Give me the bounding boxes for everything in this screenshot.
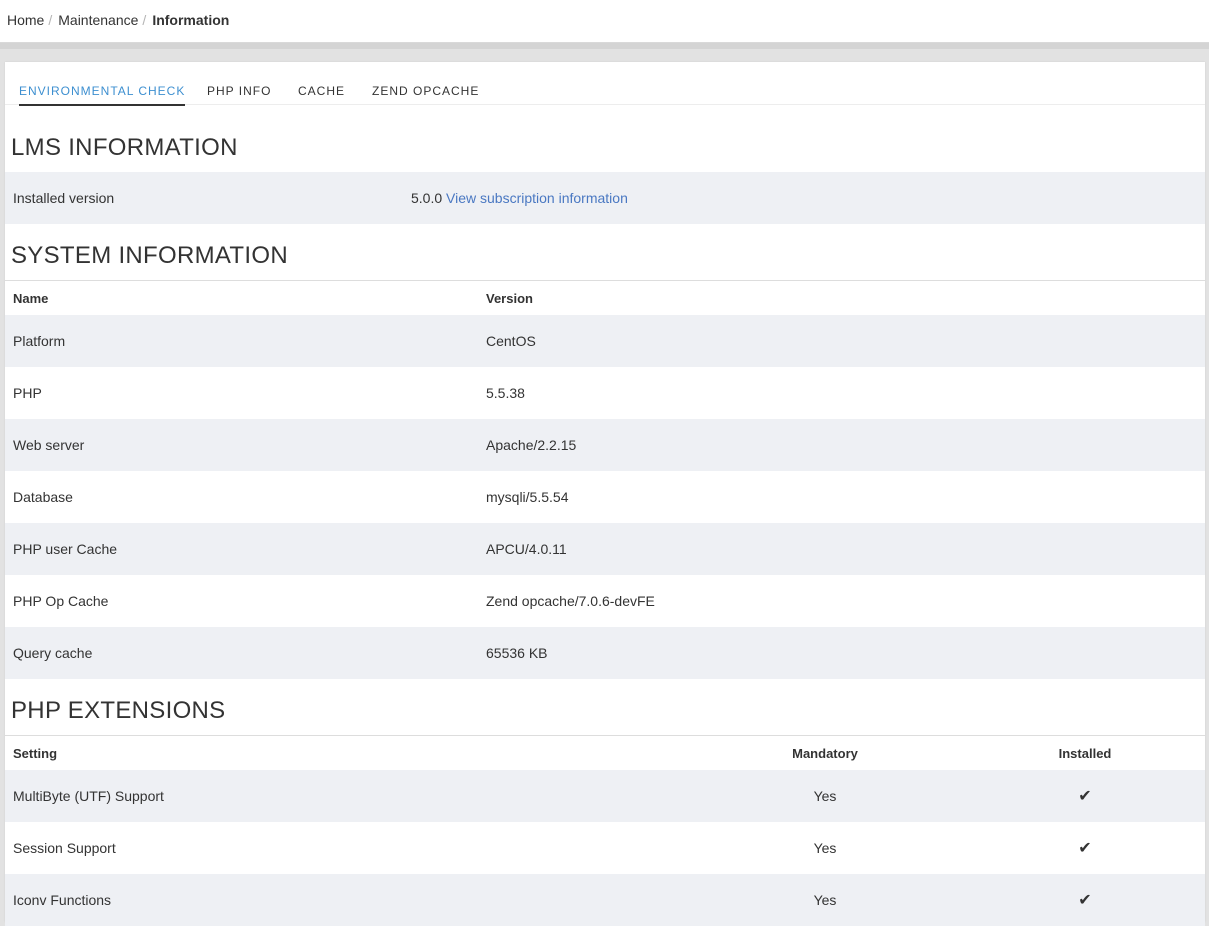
installed-version-value: 5.0.0 xyxy=(411,190,443,206)
extension-setting-cell: Session Support xyxy=(13,840,116,856)
system-version-cell: Apache/2.2.15 xyxy=(486,437,577,453)
system-version-cell: 5.5.38 xyxy=(486,385,525,401)
system-name-cell: PHP Op Cache xyxy=(13,593,109,609)
system-version-cell: 65536 KB xyxy=(486,645,548,661)
extension-mandatory-cell: Yes xyxy=(813,788,837,804)
extension-setting-cell: Iconv Functions xyxy=(13,892,112,908)
table-row: Database mysqli/5.5.54 xyxy=(5,471,1205,523)
main-panel: ENVIRONMENTAL CHECK PHP INFO CACHE ZEND … xyxy=(5,62,1205,926)
table-row: Session Support Yes ✔ xyxy=(5,822,1205,874)
column-header-mandatory: Mandatory xyxy=(792,745,858,761)
table-row: PHP Op Cache Zend opcache/7.0.6-devFE xyxy=(5,575,1205,627)
system-table-header: Name Version xyxy=(5,280,1205,315)
table-row: Platform CentOS xyxy=(5,315,1205,367)
tab-environmental-check[interactable]: ENVIRONMENTAL CHECK xyxy=(19,84,186,106)
table-row: Iconv Functions Yes ✔ xyxy=(5,874,1205,926)
header-divider xyxy=(0,43,1209,49)
system-information-heading: SYSTEM INFORMATION xyxy=(11,242,288,269)
installed-version-label: Installed version xyxy=(13,190,115,206)
system-version-cell: mysqli/5.5.54 xyxy=(486,489,569,505)
table-row: Query cache 65536 KB xyxy=(5,627,1205,679)
breadcrumb-bar: Home / Maintenance / Information xyxy=(0,0,1209,43)
system-name-cell: Database xyxy=(13,489,73,505)
extension-installed-cell: ✔ xyxy=(985,874,1185,926)
tab-php-info[interactable]: PHP INFO xyxy=(207,84,271,104)
breadcrumb-separator: / xyxy=(48,12,53,28)
column-header-setting: Setting xyxy=(13,745,58,761)
tab-bar: ENVIRONMENTAL CHECK PHP INFO CACHE ZEND … xyxy=(5,62,1205,106)
check-icon: ✔ xyxy=(1078,840,1092,857)
installed-version-value-cell: 5.0.0 View subscription information xyxy=(411,172,628,224)
lms-information-heading: LMS INFORMATION xyxy=(11,134,238,161)
system-name-cell: Web server xyxy=(13,437,85,453)
php-extensions-heading: PHP EXTENSIONS xyxy=(11,697,226,724)
system-name-cell: Platform xyxy=(13,333,66,349)
extensions-table-header: Setting Mandatory Installed xyxy=(5,735,1205,770)
breadcrumb-home[interactable]: Home xyxy=(7,12,44,28)
column-header-installed: Installed xyxy=(1058,745,1112,761)
breadcrumb-separator: / xyxy=(142,12,147,28)
extension-installed-cell: ✔ xyxy=(985,822,1185,874)
system-version-cell: Zend opcache/7.0.6-devFE xyxy=(486,593,655,609)
view-subscription-link[interactable]: View subscription information xyxy=(446,190,628,206)
extension-setting-cell: MultiByte (UTF) Support xyxy=(13,788,164,804)
breadcrumb: Home / Maintenance / Information xyxy=(7,12,229,28)
breadcrumb-current: Information xyxy=(152,12,230,28)
table-row: PHP user Cache APCU/4.0.11 xyxy=(5,523,1205,575)
tab-zend-opcache[interactable]: ZEND OPCACHE xyxy=(372,84,479,104)
system-name-cell: PHP user Cache xyxy=(13,541,118,557)
system-version-cell: APCU/4.0.11 xyxy=(486,541,567,557)
table-row: Web server Apache/2.2.15 xyxy=(5,419,1205,471)
extension-mandatory-cell: Yes xyxy=(813,892,837,908)
check-icon: ✔ xyxy=(1078,892,1092,909)
system-name-cell: Query cache xyxy=(13,645,93,661)
breadcrumb-maintenance[interactable]: Maintenance xyxy=(58,12,138,28)
table-row: MultiByte (UTF) Support Yes ✔ xyxy=(5,770,1205,822)
system-version-cell: CentOS xyxy=(486,333,536,349)
table-row: PHP 5.5.38 xyxy=(5,367,1205,419)
column-header-version: Version xyxy=(486,290,533,306)
installed-version-row: Installed version 5.0.0 View subscriptio… xyxy=(5,172,1205,224)
check-icon: ✔ xyxy=(1078,788,1092,805)
extension-installed-cell: ✔ xyxy=(985,770,1185,822)
tab-cache[interactable]: CACHE xyxy=(298,84,345,104)
system-name-cell: PHP xyxy=(13,385,42,401)
column-header-name: Name xyxy=(13,290,49,306)
extension-mandatory-cell: Yes xyxy=(813,840,837,856)
